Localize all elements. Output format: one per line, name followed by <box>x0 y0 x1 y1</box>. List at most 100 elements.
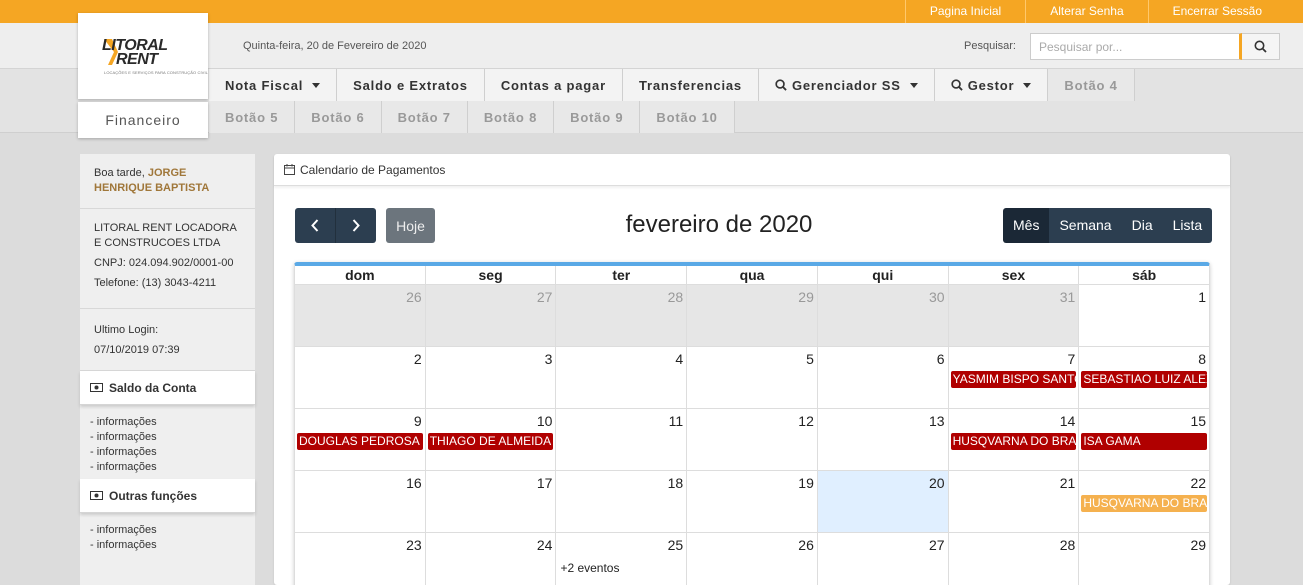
search-input[interactable] <box>1030 33 1242 60</box>
day-cell[interactable]: 4 <box>556 347 688 408</box>
view-day-button[interactable]: Dia <box>1121 208 1163 243</box>
day-cell[interactable]: 28 <box>949 533 1080 585</box>
list-item[interactable]: - informações <box>90 445 245 460</box>
day-cell[interactable]: 28 <box>556 285 688 346</box>
day-cell[interactable]: 27 <box>425 285 557 346</box>
calendar-event[interactable]: ISA GAMA <box>1081 433 1208 450</box>
next-month-button[interactable] <box>335 208 376 243</box>
logo-tagline: LOCAÇÕES E SERVIÇOS PARA CONSTRUÇÃO CIVI… <box>104 70 208 75</box>
day-cell[interactable]: 26 <box>295 285 426 346</box>
calendar-event[interactable]: SEBASTIAO LUIZ ALEXANDRE <box>1081 371 1208 388</box>
saldo-panel-header[interactable]: Saldo da Conta <box>80 371 255 405</box>
day-cell[interactable]: 26 <box>687 533 818 585</box>
calendar-event[interactable]: DOUGLAS PEDROSA <box>297 433 423 450</box>
day-cell[interactable]: 18 <box>556 471 688 532</box>
day-number: 10 <box>536 413 553 429</box>
nav-gestor[interactable]: Gestor <box>934 69 1049 101</box>
outras-panel-header[interactable]: Outras funções <box>80 479 255 513</box>
day-cell[interactable]: 24 <box>426 533 557 585</box>
day-cell[interactable]: 9 DOUGLAS PEDROSA <box>295 409 426 470</box>
change-password-link[interactable]: Alterar Senha <box>1025 0 1147 23</box>
day-cell[interactable]: 27 <box>818 533 949 585</box>
home-link[interactable]: Pagina Inicial <box>904 0 1025 23</box>
company-cnpj: CNPJ: 024.094.902/0001-00 <box>94 257 234 269</box>
day-cell[interactable]: 6 <box>818 347 949 408</box>
nav-botao-4[interactable]: Botão 4 <box>1048 69 1135 101</box>
day-cell[interactable]: 12 <box>687 409 818 470</box>
weekday-label: qui <box>818 266 949 284</box>
outras-panel-title: Outras funções <box>109 488 198 503</box>
day-cell[interactable]: 31 <box>948 285 1080 346</box>
day-number: 8 <box>1198 351 1207 367</box>
day-cell[interactable]: 1 <box>1079 285 1209 346</box>
day-cell[interactable]: 7 YASMIM BISPO SANTOS <box>949 347 1080 408</box>
day-number: 2 <box>413 351 422 367</box>
nav-botao-10[interactable]: Botão 10 <box>640 101 735 133</box>
nav-transferencias[interactable]: Transferencias <box>622 69 759 101</box>
nav-label: Botão 10 <box>656 109 718 125</box>
greeting-text: Boa tarde, <box>94 167 145 179</box>
weekday-label: sex <box>949 266 1080 284</box>
list-item[interactable]: - informações <box>90 460 245 475</box>
weekday-label: dom <box>295 266 426 284</box>
day-cell[interactable]: 21 <box>949 471 1080 532</box>
view-month-button[interactable]: Mês <box>1003 208 1050 243</box>
calendar-title: fevereiro de 2020 <box>625 211 813 238</box>
day-cell[interactable]: 25 +2 eventos <box>556 533 688 585</box>
search-button[interactable] <box>1242 33 1280 60</box>
calendar-event[interactable]: HUSQVARNA DO BRASIL <box>950 433 1077 450</box>
today-button[interactable]: Hoje <box>386 208 435 243</box>
day-cell[interactable]: 19 <box>687 471 818 532</box>
calendar-week: 2 3 4 5 6 7 YASMIM BISPO SANTOS 8 SEBAST… <box>295 347 1209 409</box>
nav-saldo-extratos[interactable]: Saldo e Extratos <box>337 69 485 101</box>
nav-botao-5[interactable]: Botão 5 <box>209 101 296 133</box>
list-item[interactable]: - informações <box>90 538 245 553</box>
day-cell[interactable]: 11 <box>556 409 688 470</box>
day-cell[interactable]: 2 <box>295 347 426 408</box>
nav-botao-6[interactable]: Botão 6 <box>295 101 382 133</box>
day-cell[interactable]: 5 <box>687 347 818 408</box>
view-week-button[interactable]: Semana <box>1049 208 1122 243</box>
chevron-right-icon <box>352 219 360 232</box>
day-cell[interactable]: 8 SEBASTIAO LUIZ ALEXANDRE <box>1079 347 1209 408</box>
chevron-left-icon <box>311 219 319 232</box>
calendar-event[interactable]: HUSQVARNA DO BRASIL <box>1081 495 1208 512</box>
calendar-grid: dom seg ter qua qui sex sáb 26 27 28 29 … <box>294 262 1210 585</box>
more-events-link[interactable]: +2 eventos <box>560 561 619 575</box>
list-item[interactable]: - informações <box>90 430 245 445</box>
day-number: 16 <box>406 475 422 491</box>
day-cell[interactable]: 29 <box>1079 533 1209 585</box>
day-cell[interactable]: 23 <box>295 533 426 585</box>
logo[interactable]: LITORAL RENT LOCAÇÕES E SERVIÇOS PARA CO… <box>78 13 208 99</box>
list-item[interactable]: - informações <box>90 415 245 430</box>
list-item[interactable]: - informações <box>90 523 245 538</box>
day-number: 19 <box>798 475 814 491</box>
nav-botao-8[interactable]: Botão 8 <box>467 101 555 133</box>
day-cell[interactable]: 13 <box>818 409 949 470</box>
calendar-week: 26 27 28 29 30 31 1 <box>295 285 1209 347</box>
calendar-week: 9 DOUGLAS PEDROSA 10 THIAGO DE ALMEIDA 1… <box>295 409 1209 471</box>
calendar-event[interactable]: THIAGO DE ALMEIDA <box>427 433 554 450</box>
day-cell[interactable]: 3 <box>426 347 557 408</box>
day-cell[interactable]: 14 HUSQVARNA DO BRASIL <box>949 409 1080 470</box>
day-cell[interactable]: 22 HUSQVARNA DO BRASIL <box>1079 471 1209 532</box>
nav-botao-9[interactable]: Botão 9 <box>554 101 641 133</box>
nav-botao-7[interactable]: Botão 7 <box>381 101 468 133</box>
caret-down-icon <box>312 82 321 88</box>
day-cell[interactable]: 15 ISA GAMA <box>1079 409 1209 470</box>
prev-month-button[interactable] <box>295 208 335 243</box>
day-cell[interactable]: 29 <box>687 285 818 346</box>
day-cell[interactable]: 30 <box>817 285 949 346</box>
day-cell[interactable]: 17 <box>426 471 557 532</box>
logout-link[interactable]: Encerrar Sessão <box>1147 0 1286 23</box>
nav-contas-pagar[interactable]: Contas a pagar <box>484 69 623 101</box>
day-cell[interactable]: 10 THIAGO DE ALMEIDA <box>426 409 557 470</box>
nav-gerenciador-ss[interactable]: Gerenciador SS <box>758 69 935 101</box>
day-cell[interactable]: 16 <box>295 471 426 532</box>
day-cell-today[interactable]: 20 <box>817 471 949 532</box>
calendar-event[interactable]: YASMIM BISPO SANTOS <box>950 371 1077 388</box>
nav-nota-fiscal[interactable]: Nota Fiscal <box>209 69 338 101</box>
day-number: 27 <box>536 289 553 305</box>
view-list-button[interactable]: Lista <box>1162 208 1213 243</box>
company-name: LITORAL RENT LOCADORA E CONSTRUCOES LTDA <box>94 222 237 249</box>
